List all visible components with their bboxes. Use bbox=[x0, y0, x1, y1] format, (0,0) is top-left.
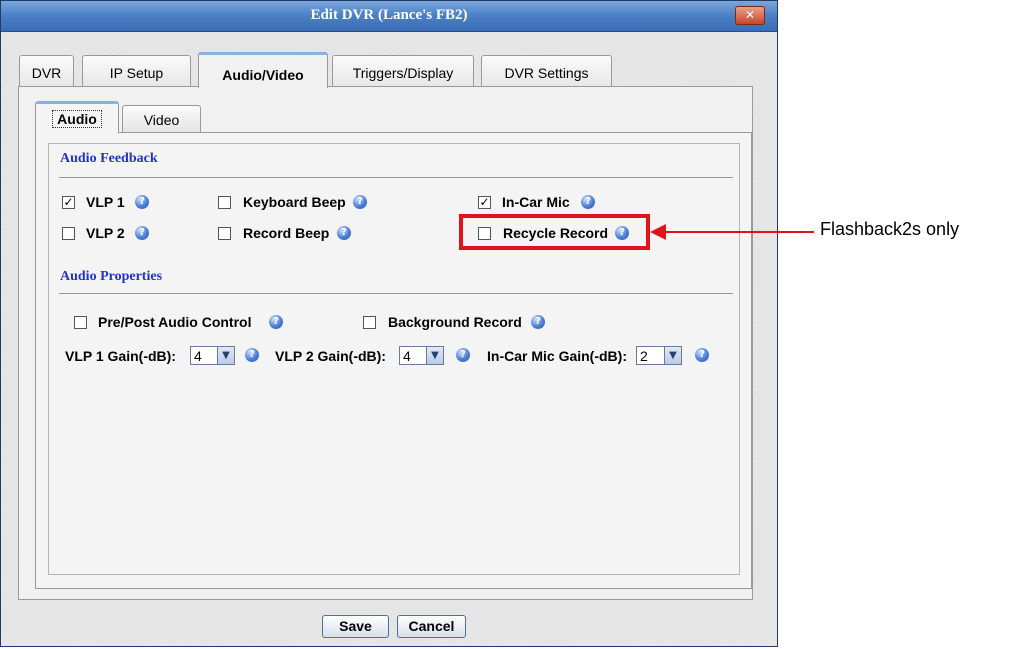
help-icon[interactable]: ? bbox=[531, 315, 545, 329]
in-car-mic-checkbox[interactable]: ✓ bbox=[478, 196, 491, 209]
help-icon[interactable]: ? bbox=[695, 348, 709, 362]
help-icon[interactable]: ? bbox=[581, 195, 595, 209]
pre-post-audio-label: Pre/Post Audio Control bbox=[98, 314, 252, 330]
vlp2-gain-select[interactable]: 4 ▼ bbox=[399, 346, 444, 365]
help-icon[interactable]: ? bbox=[456, 348, 470, 362]
save-button[interactable]: Save bbox=[322, 615, 389, 638]
vlp2-checkbox[interactable] bbox=[62, 227, 75, 240]
vlp1-checkbox[interactable]: ✓ bbox=[62, 196, 75, 209]
vlp1-gain-value: 4 bbox=[194, 348, 202, 364]
background-record-checkbox[interactable] bbox=[363, 316, 376, 329]
pre-post-audio-checkbox[interactable] bbox=[74, 316, 87, 329]
audio-properties-heading: Audio Properties bbox=[60, 269, 163, 284]
dialog-title: Edit DVR (Lance's FB2) bbox=[310, 7, 468, 23]
highlight-box bbox=[459, 214, 650, 250]
vlp1-gain-label: VLP 1 Gain(-dB): bbox=[65, 348, 176, 364]
chevron-down-icon[interactable]: ▼ bbox=[217, 347, 234, 364]
help-icon[interactable]: ? bbox=[337, 226, 351, 240]
in-car-mic-label: In-Car Mic bbox=[502, 194, 570, 210]
subtab-video[interactable]: Video bbox=[122, 105, 201, 133]
vlp2-gain-label: VLP 2 Gain(-dB): bbox=[275, 348, 386, 364]
help-icon[interactable]: ? bbox=[245, 348, 259, 362]
title-bar[interactable]: Edit DVR (Lance's FB2) ✕ bbox=[1, 1, 777, 32]
help-icon[interactable]: ? bbox=[135, 195, 149, 209]
help-icon[interactable]: ? bbox=[269, 315, 283, 329]
chevron-down-icon[interactable]: ▼ bbox=[426, 347, 443, 364]
vlp1-gain-select[interactable]: 4 ▼ bbox=[190, 346, 235, 365]
in-car-mic-gain-select[interactable]: 2 ▼ bbox=[636, 346, 682, 365]
vlp2-gain-value: 4 bbox=[403, 348, 411, 364]
help-icon[interactable]: ? bbox=[135, 226, 149, 240]
cancel-button[interactable]: Cancel bbox=[397, 615, 466, 638]
audio-feedback-heading: Audio Feedback bbox=[60, 151, 158, 166]
record-beep-checkbox[interactable] bbox=[218, 227, 231, 240]
tab-dvr-settings[interactable]: DVR Settings bbox=[481, 55, 612, 87]
record-beep-label: Record Beep bbox=[243, 225, 330, 241]
divider bbox=[59, 177, 733, 178]
tab-triggers-display[interactable]: Triggers/Display bbox=[332, 55, 474, 87]
annotation-callout: Flashback2s only bbox=[820, 219, 960, 239]
vlp1-label: VLP 1 bbox=[86, 194, 125, 210]
arrow-line bbox=[662, 231, 814, 233]
chevron-down-icon[interactable]: ▼ bbox=[664, 347, 681, 364]
tab-dvr[interactable]: DVR bbox=[19, 55, 74, 87]
subtab-audio-label: Audio bbox=[52, 110, 102, 128]
keyboard-beep-label: Keyboard Beep bbox=[243, 194, 346, 210]
vlp2-label: VLP 2 bbox=[86, 225, 125, 241]
in-car-mic-gain-value: 2 bbox=[640, 348, 648, 364]
help-icon[interactable]: ? bbox=[353, 195, 367, 209]
divider bbox=[59, 293, 733, 294]
subtab-audio[interactable]: Audio bbox=[35, 101, 119, 133]
in-car-mic-gain-label: In-Car Mic Gain(-dB): bbox=[487, 348, 627, 364]
background-record-label: Background Record bbox=[388, 314, 522, 330]
close-icon[interactable]: ✕ bbox=[735, 6, 765, 25]
edit-dvr-dialog: Edit DVR (Lance's FB2) ✕ DVR IP Setup Au… bbox=[0, 0, 778, 647]
keyboard-beep-checkbox[interactable] bbox=[218, 196, 231, 209]
tab-audio-video[interactable]: Audio/Video bbox=[198, 52, 328, 88]
tab-ip-setup[interactable]: IP Setup bbox=[82, 55, 191, 87]
